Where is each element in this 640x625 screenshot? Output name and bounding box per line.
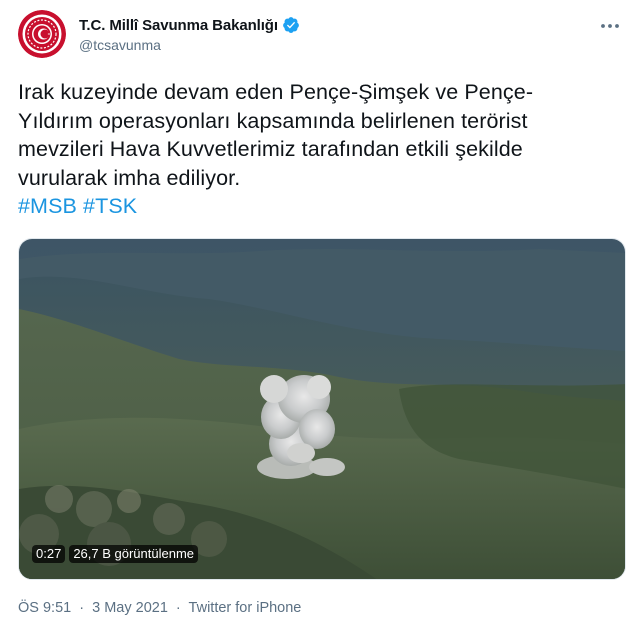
tweet-text-line: Irak kuzeyinde devam eden Pençe-Şimşek v… bbox=[18, 80, 534, 104]
tweet-source[interactable]: Twitter for iPhone bbox=[189, 600, 302, 616]
tweet-text-line: mevzileri Hava Kuvvetlerimiz tarafından … bbox=[18, 137, 523, 161]
meta-separator: · bbox=[79, 600, 85, 616]
msb-emblem-icon bbox=[18, 10, 66, 58]
tweet-text-line: vurularak imha ediliyor. bbox=[18, 165, 241, 190]
tweet-text: Irak kuzeyinde devam eden Pençe-Şimşek v… bbox=[18, 78, 618, 221]
display-name[interactable]: T.C. Millî Savunma Bakanlığı bbox=[79, 17, 278, 34]
video-frame bbox=[19, 239, 625, 579]
tweet-card: T.C. Millî Savunma Bakanlığı @tcsavunma … bbox=[0, 0, 640, 625]
hashtag-tsk[interactable]: #TSK bbox=[83, 194, 137, 218]
account-names: T.C. Millî Savunma Bakanlığı @tcsavunma bbox=[79, 15, 300, 53]
display-name-row: T.C. Millî Savunma Bakanlığı bbox=[79, 15, 300, 35]
video-info-overlay: 0:27 26,7 B görüntülenme bbox=[32, 545, 199, 563]
video-player[interactable]: 0:27 26,7 B görüntülenme bbox=[18, 238, 626, 580]
verified-badge-icon bbox=[282, 16, 300, 34]
hashtag-msb[interactable]: #MSB bbox=[18, 194, 77, 218]
avatar[interactable] bbox=[18, 10, 66, 58]
tweet-meta: ÖS 9:51 · 3 May 2021 · Twitter for iPhon… bbox=[18, 600, 301, 616]
hashtag-row: #MSB #TSK bbox=[18, 192, 618, 221]
tweet-time[interactable]: ÖS 9:51 bbox=[18, 600, 71, 616]
tweet-text-line: Yıldırım operasyonları kapsamında belirl… bbox=[18, 108, 528, 133]
video-view-count: 26,7 B görüntülenme bbox=[69, 545, 199, 563]
more-options-icon[interactable] bbox=[598, 16, 622, 36]
tweet-header: T.C. Millî Savunma Bakanlığı @tcsavunma bbox=[18, 10, 624, 60]
video-duration: 0:27 bbox=[32, 545, 66, 563]
account-handle[interactable]: @tcsavunma bbox=[79, 37, 300, 53]
meta-separator: · bbox=[175, 600, 181, 616]
tweet-date[interactable]: 3 May 2021 bbox=[92, 600, 168, 616]
